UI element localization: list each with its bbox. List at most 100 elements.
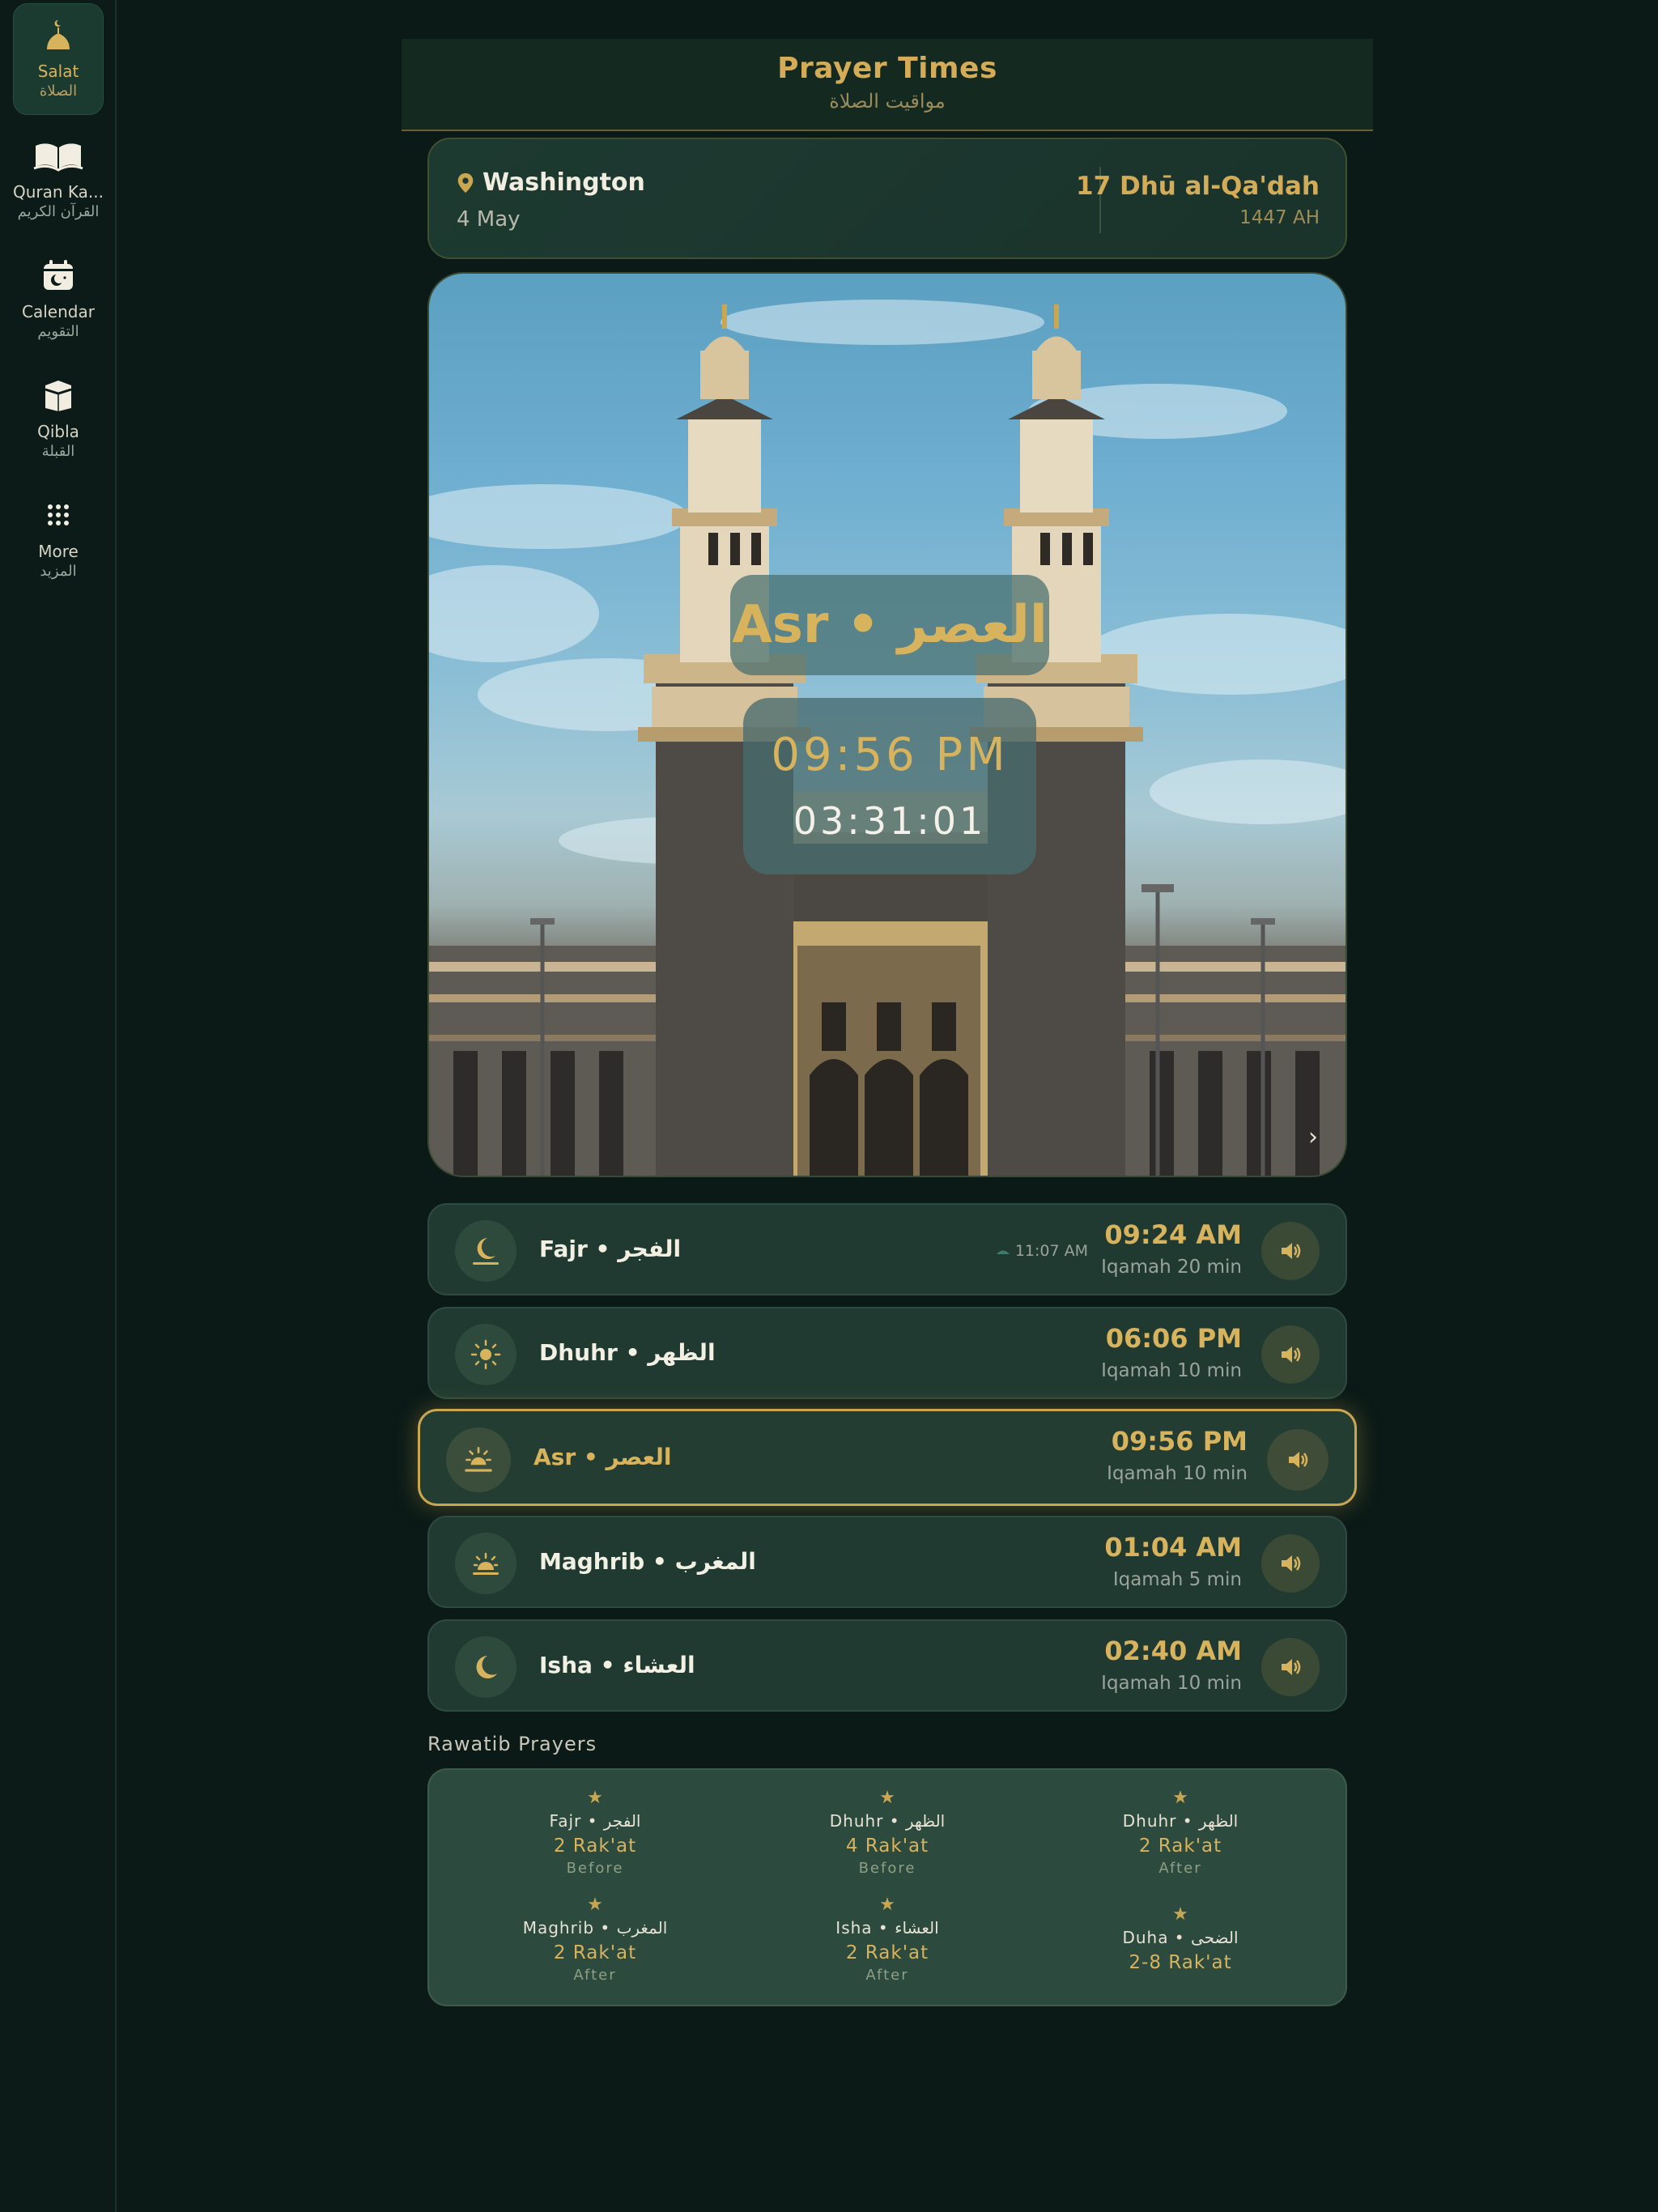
sidebar-item-label: Quran Ka... (12, 182, 104, 202)
page-title: Prayer Times (777, 52, 997, 85)
adhan-sound-button[interactable] (1261, 1325, 1320, 1384)
star-icon: ★ (879, 1788, 895, 1808)
sidebar-item-salat[interactable]: Salat الصلاة (13, 3, 104, 115)
location-city: Washington (457, 168, 645, 197)
sidebar-item-more[interactable]: More المزيد (13, 484, 104, 596)
rawatib-when: After (1158, 1860, 1202, 1877)
rawatib-card: ★ Fajr • الفجر 2 Rak'at Before ★ Dhuhr •… (427, 1768, 1347, 2006)
location-card[interactable]: Washington 4 May 17 Dhū al-Qa'dah 1447 A… (427, 138, 1347, 259)
page-subtitle: مواقيت الصلاة (829, 90, 946, 113)
calendar-icon (44, 260, 73, 290)
rawatib-item[interactable]: ★ Dhuhr • الظهر 4 Rak'at Before (750, 1788, 1025, 1878)
sidebar-item-label-ar: المزيد (40, 563, 77, 580)
location-pin-icon (457, 172, 474, 193)
prayer-time: 09:24 AM (1104, 1219, 1242, 1250)
rawatib-item[interactable]: ★ Dhuhr • الظهر 2 Rak'at After (1043, 1788, 1318, 1878)
prayer-icon-wrap (455, 1533, 517, 1594)
rawatib-name: Fajr • الفجر (549, 1811, 641, 1831)
current-prayer-badge: Asr • العصر (730, 575, 1049, 675)
sidebar-item-qibla[interactable]: Qibla القبلة (13, 364, 104, 476)
rawatib-section-title: Rawatib Prayers (427, 1733, 597, 1755)
sidebar-item-label: Salat (37, 62, 79, 81)
rawatib-rakat: 2 Rak'at (1138, 1836, 1222, 1857)
prayer-time: 09:56 PM (1111, 1426, 1248, 1457)
star-icon: ★ (587, 1788, 603, 1808)
star-icon: ★ (1172, 1904, 1188, 1925)
moon-horizon-icon (473, 1238, 499, 1265)
rawatib-when: Before (566, 1860, 624, 1877)
open-book-icon (33, 143, 83, 172)
prayer-row-dhuhr[interactable]: Dhuhr • الظهر 06:06 PM Iqamah 10 min (427, 1307, 1347, 1399)
prayer-icon-wrap (455, 1636, 517, 1698)
sunrise-icon (996, 1250, 1010, 1254)
rawatib-when: After (573, 1967, 617, 1984)
current-prayer-time: 09:56 PM (771, 729, 1009, 781)
sidebar-item-calendar[interactable]: Calendar التقويم (13, 245, 104, 356)
rawatib-rakat: 2 Rak'at (845, 1942, 929, 1963)
rawatib-name: Dhuhr • الظهر (829, 1811, 946, 1831)
rawatib-rakat: 2 Rak'at (553, 1836, 637, 1857)
iqamah-offset: Iqamah 20 min (1101, 1257, 1242, 1278)
adhan-sound-button[interactable] (1261, 1222, 1320, 1280)
prayer-row-isha[interactable]: Isha • العشاء 02:40 AM Iqamah 10 min (427, 1619, 1347, 1712)
rawatib-name: Duha • الضحى (1122, 1928, 1239, 1947)
star-icon: ★ (587, 1895, 603, 1915)
kaaba-icon (45, 381, 72, 411)
star-icon: ★ (879, 1895, 895, 1915)
prayer-icon-wrap (455, 1324, 517, 1385)
adhan-sound-button[interactable] (1261, 1534, 1320, 1593)
iqamah-offset: Iqamah 5 min (1112, 1569, 1242, 1590)
city-name: Washington (483, 168, 645, 197)
sun-horizon-icon (465, 1447, 492, 1472)
adhan-sound-button[interactable] (1261, 1638, 1320, 1696)
prayer-row-fajr[interactable]: Fajr • الفجر 11:07 AM 09:24 AM Iqamah 20… (427, 1203, 1347, 1295)
rawatib-name: Isha • العشاء (835, 1918, 939, 1938)
rawatib-name: Maghrib • المغرب (522, 1918, 668, 1938)
sidebar-item-quran[interactable]: Quran Ka... القرآن الكريم (13, 125, 104, 236)
rawatib-item[interactable]: ★ Fajr • الفجر 2 Rak'at Before (457, 1788, 733, 1878)
moon-icon (476, 1656, 497, 1678)
sun-icon (470, 1339, 501, 1370)
prayer-name: Maghrib • المغرب (539, 1548, 756, 1575)
rawatib-item[interactable]: ★ Isha • العشاء 2 Rak'at After (750, 1895, 1025, 1985)
rawatib-item[interactable]: ★ Duha • الضحى 2-8 Rak'at (1043, 1904, 1318, 1976)
prayer-name: Fajr • الفجر (539, 1236, 682, 1262)
hijri-date: 17 Dhū al-Qa'dah (1076, 172, 1320, 201)
sidebar: Salat الصلاة Quran Ka... القرآن الكريم C… (0, 0, 117, 2212)
prayer-row-maghrib[interactable]: Maghrib • المغرب 01:04 AM Iqamah 5 min (427, 1516, 1347, 1608)
prayer-countdown-panel: 09:56 PM 03:31:01 (743, 698, 1036, 874)
sunrise-time: 11:07 AM (996, 1242, 1088, 1260)
rawatib-when: Before (858, 1860, 916, 1877)
prayer-row-asr[interactable]: Asr • العصر 09:56 PM Iqamah 10 min (418, 1409, 1357, 1506)
rawatib-name: Dhuhr • الظهر (1122, 1811, 1239, 1831)
speaker-icon (1282, 1346, 1301, 1363)
hero-banner: Asr • العصر 09:56 PM 03:31:01 › (427, 272, 1347, 1177)
iqamah-offset: Iqamah 10 min (1107, 1463, 1248, 1484)
page-header: Prayer Times مواقيت الصلاة (402, 39, 1373, 131)
speaker-icon (1282, 1555, 1301, 1572)
prayer-time: 06:06 PM (1105, 1323, 1242, 1354)
sidebar-item-label-ar: التقويم (37, 323, 79, 340)
prayer-time: 01:04 AM (1104, 1532, 1242, 1563)
prayer-icon-wrap (455, 1220, 517, 1282)
prayer-time: 02:40 AM (1104, 1636, 1242, 1666)
rawatib-rakat: 4 Rak'at (845, 1836, 929, 1857)
iqamah-offset: Iqamah 10 min (1101, 1673, 1242, 1694)
sunrise-value: 11:07 AM (1014, 1242, 1088, 1260)
sidebar-item-label-ar: القرآن الكريم (17, 203, 100, 220)
rawatib-when: After (865, 1967, 909, 1984)
rawatib-rakat: 2-8 Rak'at (1129, 1952, 1232, 1973)
adhan-sound-button[interactable] (1267, 1429, 1329, 1491)
speaker-icon (1289, 1452, 1308, 1468)
prayer-name: Isha • العشاء (539, 1652, 695, 1678)
grid-icon (48, 504, 69, 525)
iqamah-offset: Iqamah 10 min (1101, 1360, 1242, 1381)
sidebar-item-label: Calendar (22, 302, 95, 321)
sidebar-item-label-ar: القبلة (41, 443, 75, 460)
rawatib-item[interactable]: ★ Maghrib • المغرب 2 Rak'at After (457, 1895, 733, 1985)
sunset-icon (473, 1552, 499, 1575)
speaker-icon (1282, 1659, 1301, 1675)
gregorian-date: 4 May (457, 207, 521, 232)
hero-next-arrow[interactable]: › (1308, 1123, 1318, 1151)
mosque-icon (47, 19, 70, 49)
